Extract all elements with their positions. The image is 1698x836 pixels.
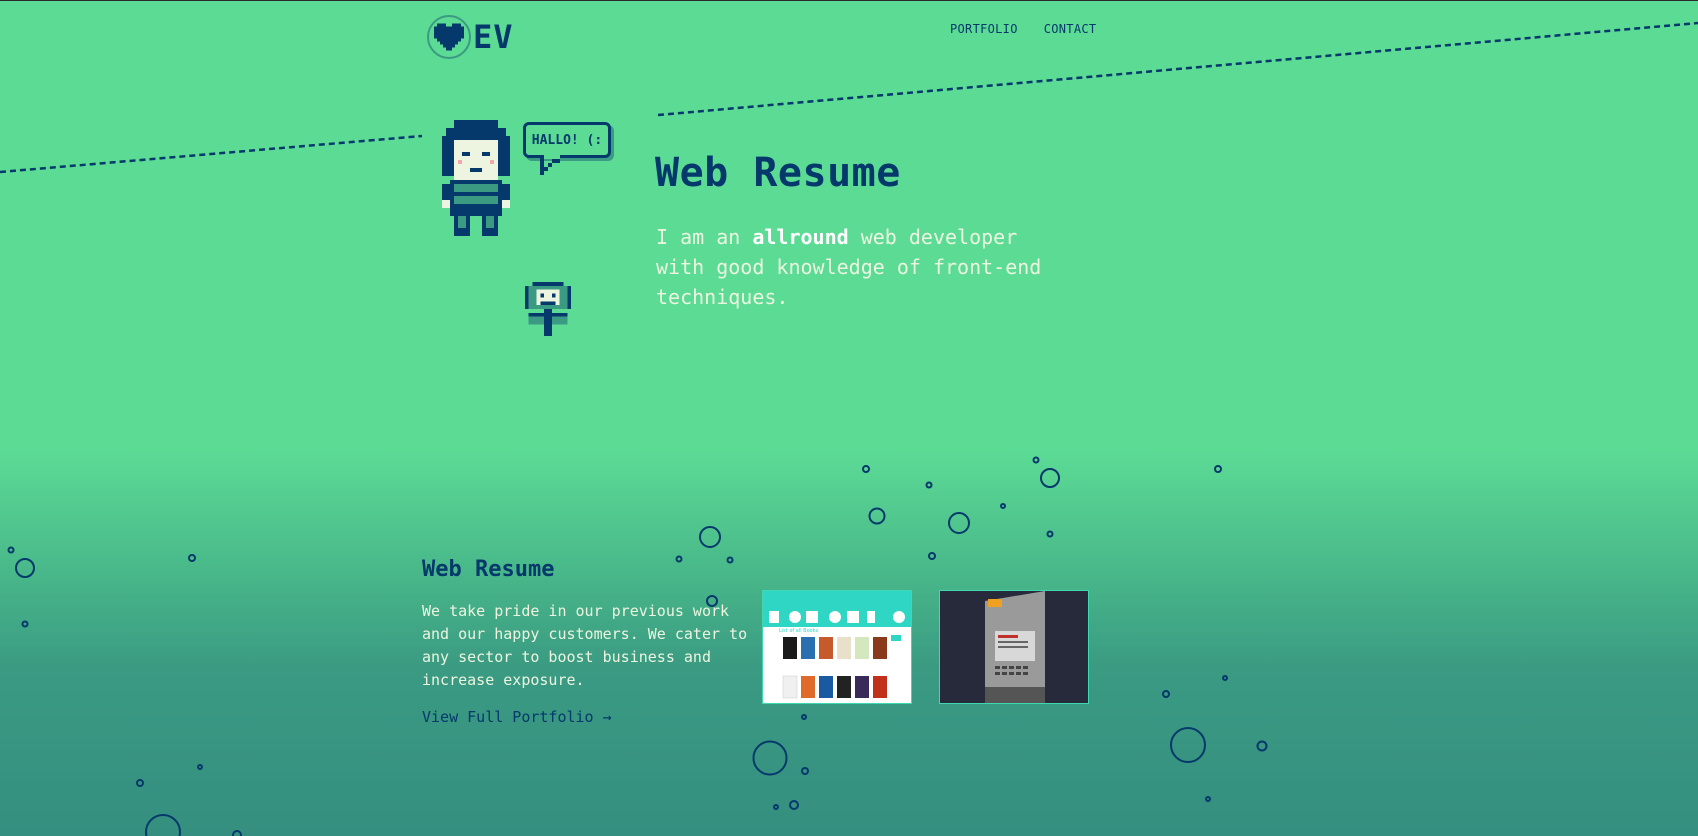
main-nav: PORTFOLIO CONTACT bbox=[950, 22, 1096, 36]
site-logo[interactable]: EV bbox=[427, 15, 514, 59]
pixel-flower-sprite bbox=[524, 282, 572, 336]
logo-circle bbox=[427, 15, 471, 59]
thumb1-heading: List of all Books bbox=[779, 628, 819, 634]
game-site-preview bbox=[985, 591, 1045, 703]
portfolio-title: Web Resume bbox=[422, 557, 555, 582]
nav-portfolio[interactable]: PORTFOLIO bbox=[950, 22, 1018, 36]
pixel-girl-sprite bbox=[442, 120, 510, 236]
hero-description: I am an allround web developer with good… bbox=[656, 222, 1056, 312]
speech-bubble-tail bbox=[540, 155, 560, 175]
nav-contact[interactable]: CONTACT bbox=[1044, 22, 1097, 36]
hero-desc-before: I am an bbox=[656, 225, 753, 249]
portfolio-description: We take pride in our previous work and o… bbox=[422, 602, 748, 689]
portfolio-thumbnail-game[interactable] bbox=[939, 590, 1089, 704]
hero-title: Web Resume bbox=[655, 150, 901, 196]
logo-text: EV bbox=[473, 18, 514, 56]
view-portfolio-link[interactable]: View Full Portfolio → bbox=[422, 708, 612, 726]
books-site-preview: List of all Books bbox=[763, 591, 911, 699]
hero-desc-bold: allround bbox=[752, 225, 849, 249]
heart-icon bbox=[434, 23, 464, 51]
bubbles-decoration bbox=[7, 456, 1268, 836]
portfolio-thumbnail-books[interactable]: List of all Books bbox=[762, 590, 912, 704]
speech-bubble: HALLO! (: bbox=[523, 122, 611, 158]
